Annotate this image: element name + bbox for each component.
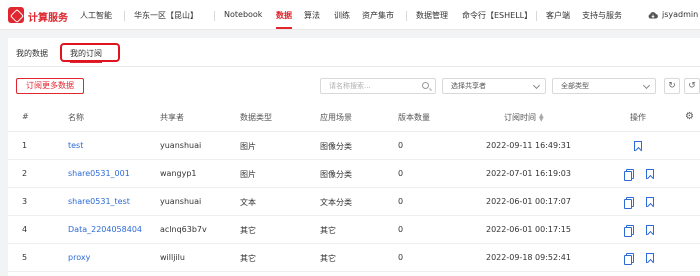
sort-icon[interactable]: ▲ ▼ <box>539 112 544 122</box>
reset-button[interactable]: ↺ <box>684 78 700 94</box>
cell-subscribe-time: 2022-09-18 09:52:41 <box>486 253 571 262</box>
nav-item-support[interactable]: 支持与服务 <box>582 10 622 21</box>
cell-subscribe-time: 2022-07-01 16:19:03 <box>486 169 571 178</box>
tabs-divider <box>8 66 700 67</box>
cell-subscribe-time: 2022-09-11 16:49:31 <box>486 141 571 150</box>
col-index: # <box>22 112 29 121</box>
logo-icon <box>8 7 24 23</box>
cell-index: 2 <box>22 169 28 178</box>
nav-item-data-management[interactable]: 数据管理 <box>416 10 448 21</box>
nav-separator <box>214 11 215 21</box>
cell-index: 3 <box>22 197 28 206</box>
type-select[interactable]: 全部类型 <box>552 78 656 94</box>
cell-data-type: 其它 <box>240 226 256 235</box>
user-name[interactable]: jsyadmin <box>662 10 698 19</box>
bookmark-icon[interactable] <box>646 197 654 207</box>
brand-name: 计算服务 <box>28 13 68 24</box>
chevron-down-icon <box>532 81 541 90</box>
table-row: 1 test yuanshuai 图片 图像分类 0 2022-09-11 16:49:31 <box>8 132 700 160</box>
cell-sharer: wangyp1 <box>160 169 197 178</box>
table-row: 5 proxy willjilu 其它 其它 0 2022-09-18 09:52:41 <box>8 244 700 272</box>
nav-separator <box>124 11 125 21</box>
cell-scene: 其它 <box>320 254 336 263</box>
cell-sharer: aclnq63b7v <box>160 225 207 234</box>
cloud-download-icon[interactable] <box>648 11 658 19</box>
cell-sharer: willjilu <box>160 253 185 262</box>
col-sharer: 共享者 <box>160 113 184 122</box>
cell-name[interactable]: share0531_test <box>68 197 130 206</box>
bookmark-icon[interactable] <box>646 169 654 179</box>
top-nav: 计算服务 人工智能 华东一区【昆山】 Notebook 数据 算法 训练 资产集… <box>0 0 700 30</box>
cell-data-type: 图片 <box>240 170 256 179</box>
cell-name[interactable]: test <box>68 141 83 150</box>
gear-icon[interactable]: ⚙ <box>685 111 694 122</box>
cell-index: 1 <box>22 141 28 150</box>
cell-scene: 图像分类 <box>320 142 352 151</box>
copy-icon[interactable] <box>624 225 634 237</box>
col-subscribe-time[interactable]: 订阅时间 ▲ ▼ <box>504 112 544 123</box>
table-row: 2 share0531_001 wangyp1 图片 图像分类 0 2022-07-01 1… <box>8 160 700 188</box>
subscribe-more-button[interactable]: 订阅更多数据 <box>16 78 84 94</box>
col-scene: 应用场景 <box>320 113 352 122</box>
cell-name[interactable]: proxy <box>68 253 90 262</box>
copy-icon[interactable] <box>624 197 634 209</box>
cell-index: 5 <box>22 253 28 262</box>
cell-index: 4 <box>22 225 28 234</box>
sharer-select[interactable]: 选择共享者 <box>442 78 546 94</box>
cell-name[interactable]: Data_2204058404 <box>68 225 142 234</box>
search-input[interactable] <box>329 79 421 93</box>
col-name: 名称 <box>68 113 84 122</box>
cell-versions: 0 <box>398 141 404 150</box>
refresh-button[interactable]: ↻ <box>664 78 680 94</box>
nav-item-asset-market[interactable]: 资产集市 <box>362 10 394 21</box>
cell-scene: 文本分类 <box>320 198 352 207</box>
nav-separator <box>406 11 407 21</box>
nav-item-training[interactable]: 训练 <box>334 10 350 21</box>
cell-name[interactable]: share0531_001 <box>68 169 130 178</box>
search-box <box>320 78 436 94</box>
cell-data-type: 其它 <box>240 254 256 263</box>
copy-icon[interactable] <box>624 169 634 181</box>
bookmark-icon[interactable] <box>646 253 654 263</box>
highlight-annotation <box>60 43 120 62</box>
cell-versions: 0 <box>398 253 404 262</box>
cell-data-type: 图片 <box>240 142 256 151</box>
nav-item-client[interactable]: 客户端 <box>546 10 570 21</box>
col-versions: 版本数量 <box>398 113 430 122</box>
cell-versions: 0 <box>398 169 404 178</box>
table-row: 4 Data_2204058404 aclnq63b7v 其它 其它 0 2022-06-0… <box>8 216 700 244</box>
bookmark-icon[interactable] <box>634 141 642 151</box>
search-icon[interactable] <box>422 82 429 89</box>
col-actions: 操作 <box>630 113 646 122</box>
nav-item-ai[interactable]: 人工智能 <box>80 10 112 21</box>
nav-item-data[interactable]: 数据 <box>276 10 292 29</box>
nav-item-notebook[interactable]: Notebook <box>224 10 262 19</box>
cell-subscribe-time: 2022-06-01 00:17:15 <box>486 225 571 234</box>
col-subscribe-time-label: 订阅时间 <box>504 113 536 122</box>
nav-separator <box>536 11 537 21</box>
cell-versions: 0 <box>398 197 404 206</box>
cell-sharer: yuanshuai <box>160 197 202 206</box>
cell-scene: 图像分类 <box>320 170 352 179</box>
cell-scene: 其它 <box>320 226 336 235</box>
main-card: 我的数据 我的订阅 订阅更多数据 选择共享者 全部类型 ↻ ↺ # 名称 共享者… <box>8 38 700 276</box>
cell-sharer: yuanshuai <box>160 141 202 150</box>
nav-item-region[interactable]: 华东一区【昆山】 <box>134 10 198 21</box>
table-row: 3 share0531_test yuanshuai 文本 文本分类 0 2022-06-0… <box>8 188 700 216</box>
cell-subscribe-time: 2022-06-01 00:17:07 <box>486 197 571 206</box>
table-header: # 名称 共享者 数据类型 应用场景 版本数量 订阅时间 ▲ ▼ 操作 ⚙ <box>8 100 700 132</box>
tab-my-data[interactable]: 我的数据 <box>16 48 48 59</box>
reset-icon: ↺ <box>688 81 696 91</box>
col-data-type: 数据类型 <box>240 113 272 122</box>
nav-item-algorithm[interactable]: 算法 <box>304 10 320 21</box>
refresh-icon: ↻ <box>668 81 676 91</box>
nav-item-eshell[interactable]: 命令行【ESHELL】 <box>462 10 532 21</box>
bookmark-icon[interactable] <box>646 225 654 235</box>
type-select-value: 全部类型 <box>561 82 589 90</box>
sharer-select-value: 选择共享者 <box>451 82 486 90</box>
copy-icon[interactable] <box>624 253 634 265</box>
cell-versions: 0 <box>398 225 404 234</box>
cell-data-type: 文本 <box>240 198 256 207</box>
chevron-down-icon <box>642 81 651 90</box>
